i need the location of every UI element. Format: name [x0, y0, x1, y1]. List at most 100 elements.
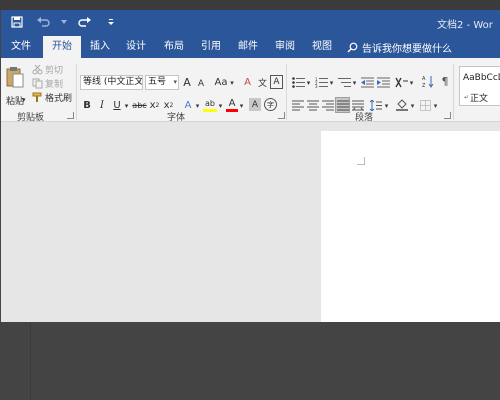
- screen-background: 文档2 - Wor 文件 开始 插入 设计 布局 引用 邮件 审阅 视图 告诉我…: [0, 0, 500, 400]
- copy-icon[interactable]: [31, 77, 43, 89]
- redo-icon[interactable]: [77, 14, 93, 30]
- undo-icon[interactable]: [35, 14, 51, 30]
- align-right-icon[interactable]: [321, 98, 335, 112]
- highlight-button[interactable]: ab: [203, 97, 217, 112]
- bullets-dropdown-icon[interactable]: ▾: [305, 76, 312, 89]
- font-color-button[interactable]: A: [226, 97, 238, 112]
- phonetic-guide-button[interactable]: 文: [256, 75, 269, 90]
- shading-icon[interactable]: [395, 98, 409, 112]
- cut-icon[interactable]: [31, 63, 43, 75]
- change-case-dropdown-icon[interactable]: ▾: [228, 76, 236, 89]
- tell-me-search[interactable]: 告诉我你想要做什么: [347, 36, 452, 58]
- font-launcher-icon[interactable]: [278, 112, 285, 119]
- desktop-divider: [30, 322, 31, 400]
- clipboard-group-label: 剪贴板: [17, 113, 45, 123]
- copy-button[interactable]: 复制: [45, 77, 63, 90]
- tab-layout[interactable]: 布局: [157, 36, 191, 58]
- numbering-dropdown-icon[interactable]: ▾: [328, 76, 335, 89]
- tab-view[interactable]: 视图: [305, 36, 339, 58]
- document-title: 文档2 - Wor: [437, 20, 493, 31]
- character-border-button[interactable]: A: [270, 75, 283, 89]
- word-window: 文档2 - Wor 文件 开始 插入 设计 布局 引用 邮件 审阅 视图 告诉我…: [1, 10, 500, 322]
- show-marks-icon[interactable]: ¶: [439, 74, 451, 89]
- customize-icon[interactable]: [103, 14, 119, 30]
- decrease-indent-icon[interactable]: [360, 75, 374, 89]
- borders-dropdown-icon[interactable]: ▾: [432, 99, 439, 112]
- enclose-characters-button[interactable]: 字: [264, 98, 277, 111]
- tab-references[interactable]: 引用: [194, 36, 228, 58]
- tab-file[interactable]: 文件: [3, 36, 39, 58]
- justify-icon[interactable]: [335, 97, 350, 113]
- borders-icon[interactable]: [418, 98, 432, 112]
- svg-text:Z: Z: [422, 83, 426, 88]
- svg-text:3: 3: [315, 84, 318, 88]
- search-icon: [347, 42, 358, 52]
- asian-layout-icon[interactable]: [394, 75, 408, 89]
- shrink-font-button[interactable]: A: [195, 77, 207, 90]
- text-effects-dropdown-icon[interactable]: ▾: [194, 99, 201, 112]
- margin-corner-mark: [357, 157, 365, 165]
- desktop-background: [0, 322, 500, 400]
- format-painter-icon[interactable]: [31, 91, 43, 103]
- sort-icon[interactable]: AZ: [421, 74, 435, 89]
- font-size-value: 五号: [148, 77, 167, 87]
- tab-insert[interactable]: 插入: [83, 36, 117, 58]
- group-divider: [286, 64, 287, 120]
- font-name-dropdown-icon[interactable]: ▾: [137, 76, 141, 89]
- shading-dropdown-icon[interactable]: ▾: [409, 99, 416, 112]
- svg-text:A: A: [422, 76, 426, 82]
- align-left-icon[interactable]: [291, 98, 305, 112]
- styles-gallery[interactable]: AaBbCcD 正文 ↵: [459, 66, 500, 106]
- top-strip: [0, 0, 500, 10]
- undo-dropdown-icon[interactable]: [61, 14, 67, 30]
- style-normal-preview: AaBbCcD: [463, 73, 500, 83]
- asian-layout-dropdown-icon[interactable]: ▾: [408, 76, 415, 89]
- document-page[interactable]: [321, 131, 500, 322]
- bullets-icon[interactable]: [291, 75, 305, 89]
- tab-mailings[interactable]: 邮件: [231, 36, 265, 58]
- clear-formatting-button[interactable]: A: [241, 75, 254, 90]
- character-shading-button[interactable]: A: [249, 98, 261, 111]
- subscript-button[interactable]: x2: [149, 98, 160, 112]
- tell-me-label: 告诉我你想要做什么: [362, 43, 452, 55]
- cut-button[interactable]: 剪切: [45, 63, 63, 76]
- ribbon-tabs: 文件 开始 插入 设计 布局 引用 邮件 审阅 视图 告诉我你想要做什么: [1, 36, 500, 58]
- bold-button[interactable]: B: [81, 98, 93, 112]
- font-size-combo[interactable]: 五号 ▾: [145, 75, 179, 90]
- font-size-dropdown-icon[interactable]: ▾: [173, 76, 177, 89]
- document-workspace: [1, 123, 500, 322]
- strikethrough-button[interactable]: abc: [132, 98, 147, 112]
- tab-home[interactable]: 开始: [43, 36, 81, 58]
- save-icon[interactable]: [9, 14, 25, 30]
- tab-design[interactable]: 设计: [119, 36, 153, 58]
- line-spacing-dropdown-icon[interactable]: ▾: [383, 99, 390, 112]
- underline-dropdown-icon[interactable]: ▾: [123, 99, 130, 112]
- font-color-dropdown-icon[interactable]: ▾: [238, 99, 245, 112]
- align-center-icon[interactable]: [306, 98, 320, 112]
- font-name-value: 等线 (中文正文: [83, 77, 143, 87]
- paragraph-mark-icon: ↵: [464, 94, 470, 101]
- increase-indent-icon[interactable]: [376, 75, 390, 89]
- multilevel-list-icon[interactable]: [337, 75, 351, 89]
- font-group-label: 字体: [167, 113, 186, 123]
- change-case-button[interactable]: Aa: [213, 75, 229, 90]
- multilevel-dropdown-icon[interactable]: ▾: [351, 76, 358, 89]
- paragraph-launcher-icon[interactable]: [444, 112, 451, 119]
- format-painter-button[interactable]: 格式刷: [45, 91, 72, 104]
- style-normal-label: 正文: [470, 94, 489, 104]
- paragraph-group-label: 段落: [355, 113, 374, 123]
- clipboard-launcher-icon[interactable]: [67, 112, 74, 119]
- group-divider: [76, 64, 77, 120]
- group-divider: [453, 64, 454, 120]
- ribbon-home: 粘贴 ▾ 剪切 复制 格式刷 剪贴板 等线 (中文正文 ▾ 五号 ▾ A A A…: [1, 58, 500, 123]
- grow-font-button[interactable]: A: [181, 75, 193, 90]
- quick-access-toolbar: [9, 14, 119, 30]
- paste-dropdown-icon[interactable]: ▾: [22, 96, 26, 104]
- paste-icon[interactable]: [5, 62, 25, 92]
- underline-button[interactable]: U: [111, 98, 123, 112]
- tab-review[interactable]: 审阅: [268, 36, 302, 58]
- italic-button[interactable]: I: [96, 98, 108, 112]
- highlight-dropdown-icon[interactable]: ▾: [217, 99, 224, 112]
- numbering-icon[interactable]: 123: [314, 75, 328, 89]
- font-name-combo[interactable]: 等线 (中文正文 ▾: [80, 75, 143, 90]
